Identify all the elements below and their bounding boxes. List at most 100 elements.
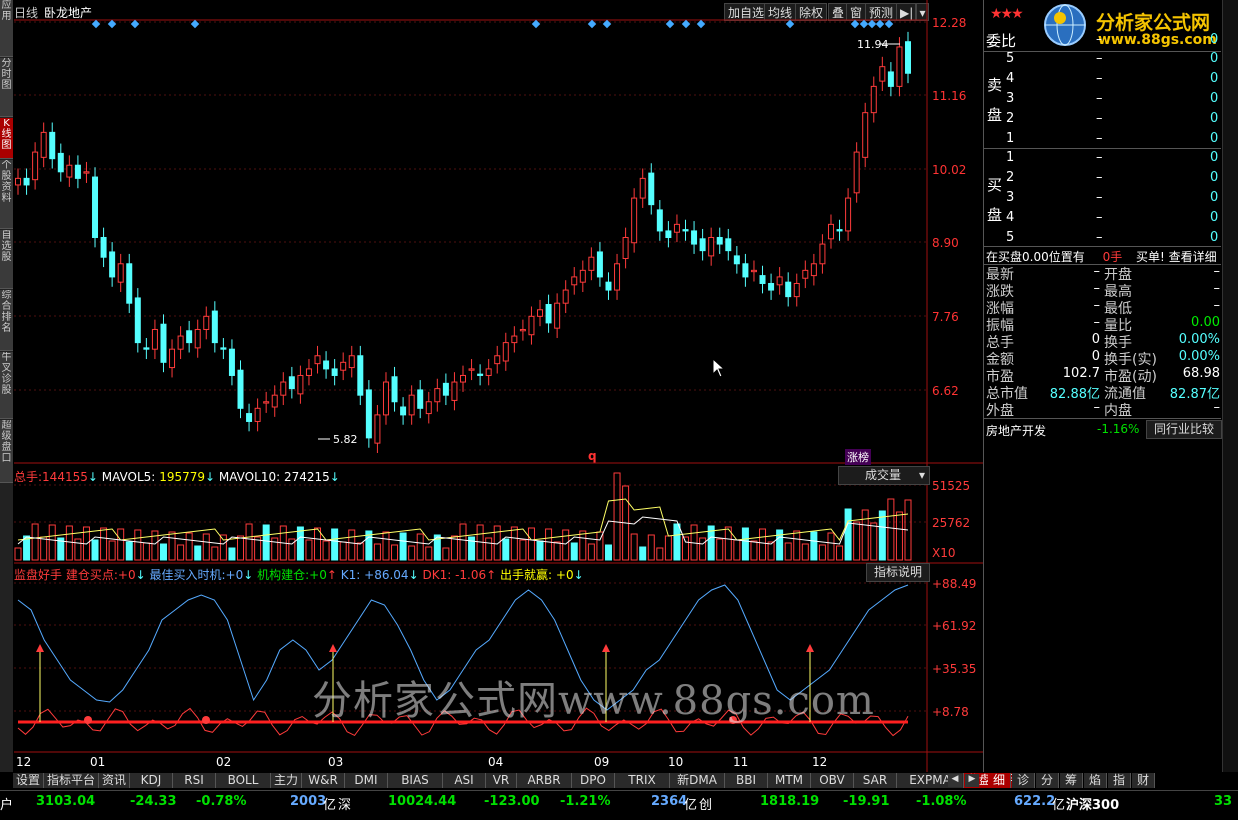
candle-body xyxy=(83,171,90,174)
candle-body xyxy=(314,355,321,365)
detail-link[interactable]: 查看详细 xyxy=(1169,250,1217,264)
volume-bar xyxy=(416,533,424,561)
quote-value: – xyxy=(1093,264,1101,279)
right-tab-1[interactable]: 诊 xyxy=(1012,773,1035,788)
candle-body xyxy=(263,401,270,404)
indicator-tab-4[interactable]: RSI xyxy=(173,773,216,788)
quote-value: – xyxy=(1093,298,1101,313)
volume-bar xyxy=(759,528,767,561)
tab-scroll-left-icon[interactable]: ◀ xyxy=(948,774,962,787)
candle-body xyxy=(160,323,167,363)
signal-diamond xyxy=(696,19,706,29)
volume-bar xyxy=(177,544,185,561)
inst-value: +0 xyxy=(309,568,327,582)
indicator-tab-6[interactable]: 主力 xyxy=(271,773,302,788)
indicator-tab-10[interactable]: ASI xyxy=(443,773,486,788)
k1-value: +86.04 xyxy=(364,568,409,582)
candle-body xyxy=(793,282,800,298)
book-level: 1 xyxy=(1006,131,1015,146)
candle-body xyxy=(417,389,424,409)
volume-bar xyxy=(228,547,236,561)
tab-scroll-right-icon[interactable]: ▶ xyxy=(965,774,979,787)
right-tab-2[interactable]: 分 xyxy=(1036,773,1059,788)
indicator-tab-16[interactable]: BBI xyxy=(725,773,768,788)
right-tab-4[interactable]: 焰 xyxy=(1084,773,1107,788)
indicator-tab-13[interactable]: DPO xyxy=(572,773,615,788)
candle-body xyxy=(40,131,47,158)
mavol5-label: MAVOL5: xyxy=(101,470,156,484)
volume-bar xyxy=(536,540,544,561)
order-info-text: 在买盘0.00位置有 xyxy=(986,250,1085,264)
quote-value: 68.98 xyxy=(1182,366,1220,381)
candle-body xyxy=(768,282,775,291)
candle-body xyxy=(365,389,372,439)
industry-name: 房地产开发 xyxy=(986,424,1047,438)
indicator-tab-17[interactable]: MTM xyxy=(768,773,811,788)
ind-tick-2: +61.92 xyxy=(932,619,977,633)
indicator-tab-0[interactable]: 设置 xyxy=(13,773,44,788)
candle-body xyxy=(23,177,30,186)
book-volume: 0 xyxy=(1210,150,1219,165)
volume-bar xyxy=(647,534,655,561)
volume-bar xyxy=(262,524,270,561)
candle-body xyxy=(237,369,244,409)
book-price: – xyxy=(1096,51,1103,66)
hs-value: 33 xyxy=(1214,794,1233,809)
candle-body xyxy=(836,229,843,232)
candle-body xyxy=(74,164,81,179)
candle-body xyxy=(288,376,295,390)
indicator-tab-11[interactable]: VR xyxy=(486,773,517,788)
volume-bar xyxy=(356,542,364,561)
hs-label: 沪深300 xyxy=(1066,798,1120,813)
book-price: – xyxy=(1096,210,1103,225)
candle-body xyxy=(109,251,116,278)
volume-bar xyxy=(168,531,176,561)
volume-bar xyxy=(656,547,664,561)
indicator-tab-7[interactable]: W&R xyxy=(302,773,345,788)
indicator-tab-5[interactable]: BOLL xyxy=(216,773,271,788)
candle-body xyxy=(716,236,723,245)
volume-bar xyxy=(818,544,826,561)
book-volume: 0 xyxy=(1210,210,1219,225)
volume-bar xyxy=(562,529,570,561)
right-tab-6[interactable]: 财 xyxy=(1132,773,1155,788)
candle-body xyxy=(400,406,407,416)
indicator-tab-12[interactable]: ARBR xyxy=(517,773,572,788)
right-tab-3[interactable]: 筹 xyxy=(1060,773,1083,788)
indicator-tab-2[interactable]: 资讯 xyxy=(99,773,130,788)
scrollbar[interactable] xyxy=(1222,0,1238,772)
indicator-tab-14[interactable]: TRIX xyxy=(615,773,670,788)
right-tab-5[interactable]: 指 xyxy=(1108,773,1131,788)
quote-label: 外盘 xyxy=(986,403,1014,419)
indicator-tab-18[interactable]: OBV xyxy=(811,773,854,788)
buy-link[interactable]: 买单! xyxy=(1136,250,1165,264)
candle-body xyxy=(374,414,381,444)
candle-body xyxy=(639,177,646,199)
date-tick: 12 xyxy=(812,755,828,769)
indicator-tab-3[interactable]: KDJ xyxy=(130,773,173,788)
volume-bar xyxy=(604,544,612,561)
sell-label: 卖盘 xyxy=(987,76,1003,124)
volume-bar xyxy=(587,543,595,561)
volume-bar xyxy=(545,528,553,561)
industry-compare-button[interactable]: 同行业比较 xyxy=(1146,420,1222,439)
indicator-help-button[interactable]: 指标说明 xyxy=(866,563,930,582)
vol-tick-1: 51525 xyxy=(932,479,971,493)
volume-bar xyxy=(570,542,578,561)
ind-tick-1: +88.49 xyxy=(932,577,977,591)
indicator-tab-1[interactable]: 指标平台 xyxy=(44,773,99,788)
candle-body xyxy=(827,223,834,240)
zhangbang-badge[interactable]: 涨榜 xyxy=(845,449,871,465)
indicator-tab-19[interactable]: SAR xyxy=(854,773,897,788)
price-tick: 7.76 xyxy=(932,310,959,324)
candle-body xyxy=(186,330,193,344)
volume-indicator-select[interactable]: 成交量 ▾ xyxy=(838,466,930,485)
indicator-tab-8[interactable]: DMI xyxy=(345,773,388,788)
indicator-tab-15[interactable]: 新DMA xyxy=(670,773,725,788)
candle-body xyxy=(733,255,740,265)
sh-change: -24.33 xyxy=(130,794,177,809)
right-tab-0[interactable]: 细 xyxy=(988,773,1011,788)
indicator-tab-9[interactable]: BIAS xyxy=(388,773,443,788)
kline-chart[interactable] xyxy=(0,0,983,772)
volume-bar xyxy=(108,540,116,561)
